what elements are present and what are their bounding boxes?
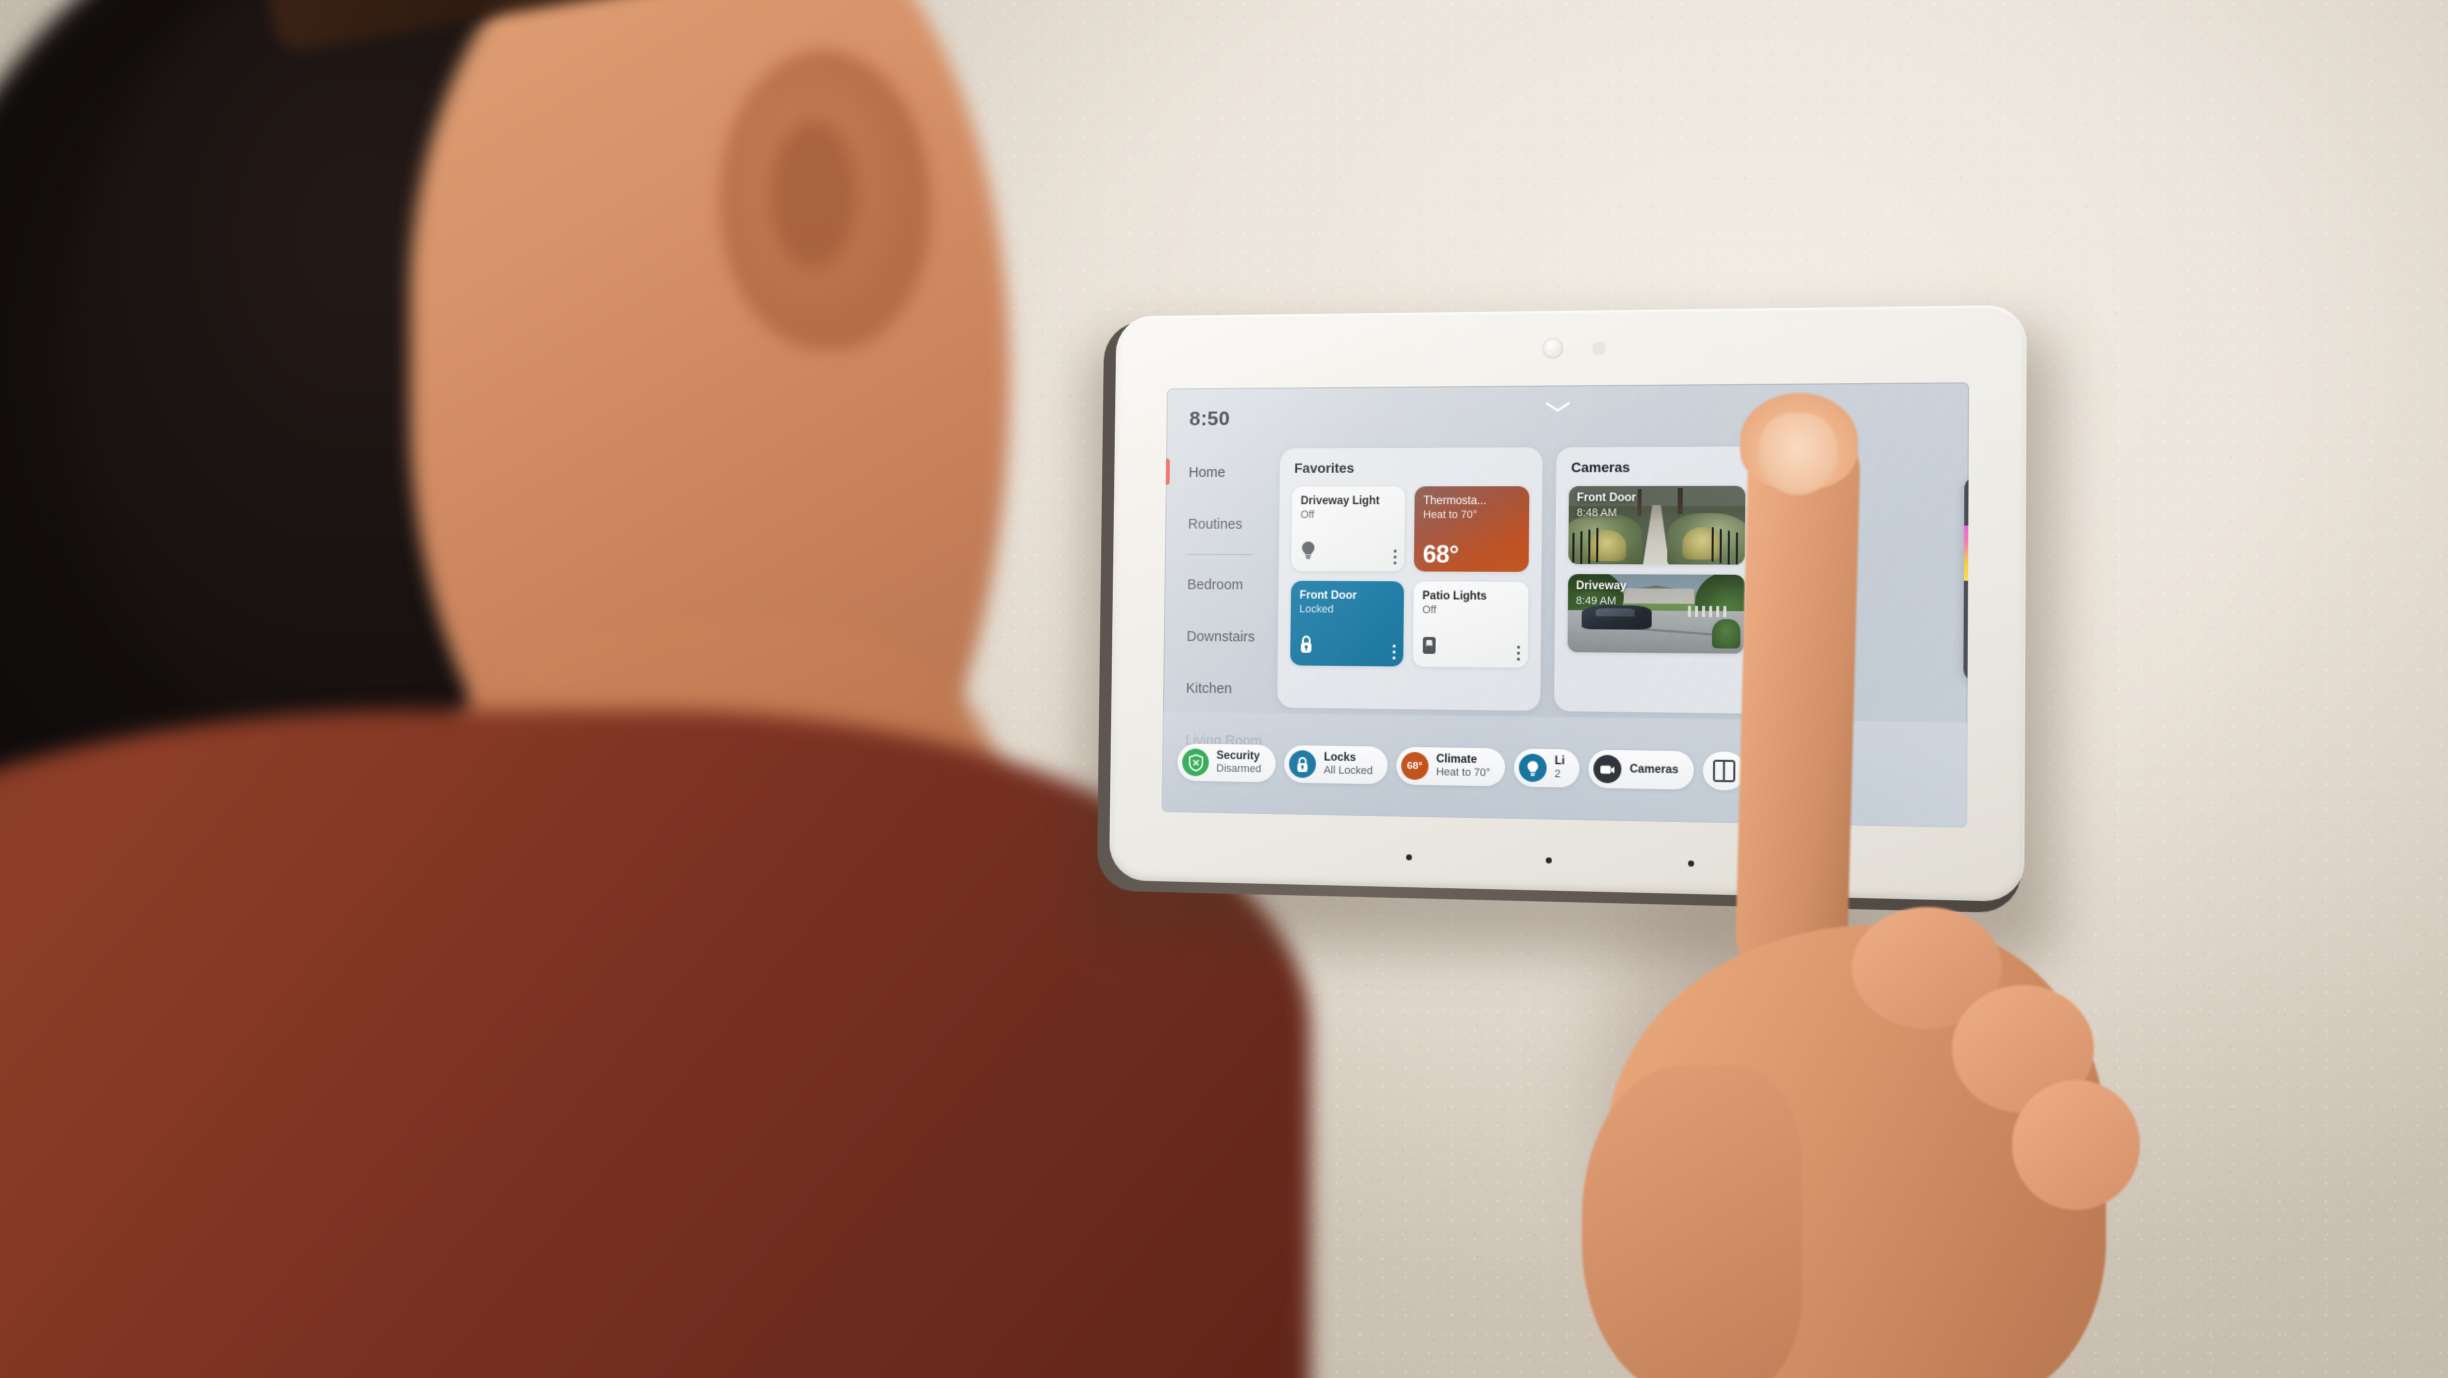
blinds-icon [1712,759,1736,783]
pill-subtitle: Disarmed [1216,762,1262,776]
sidebar-item-home[interactable]: Home [1165,446,1277,498]
tile-state: Off [1300,509,1315,521]
pill-subtitle: 2 [1554,768,1561,781]
microphone-hole-icon [1545,857,1552,864]
pill-title: Cameras [1629,762,1679,776]
album-art-gradient [1963,525,1970,581]
more-vertical-icon[interactable] [1393,549,1397,565]
more-vertical-icon[interactable] [1392,644,1396,660]
lock-closed-icon [1288,750,1317,779]
camera-feed-front-door[interactable]: Front Door 8:48 AM [1568,485,1746,565]
favorites-grid: Driveway Light Off Thermosta... Heat to … [1290,486,1530,668]
tile-name: Patio Lights [1422,590,1487,603]
pill-title: Li [1554,755,1565,768]
tile-name: Driveway Light [1300,495,1380,508]
dashboard-content: Favorites Driveway Light Off Thermosta..… [1277,446,1968,717]
light-switch-icon [1422,636,1437,660]
sidebar-item-kitchen[interactable]: Kitchen [1163,662,1274,715]
sidebar-divider [1187,553,1253,556]
pill-subtitle: All Locked [1323,764,1373,778]
tile-front-door-lock[interactable]: Front Door Locked [1290,580,1405,667]
device-bezel: 8:50 Home Routines Bedroom Downstairs Ki… [1109,305,2027,902]
pill-cameras[interactable]: Cameras [1588,749,1694,790]
sidebar-item-label: Home [1188,464,1226,481]
chevron-down-icon[interactable] [1544,401,1572,412]
ambient-light-sensor-icon [1591,341,1606,356]
tile-state: Off [1422,604,1437,617]
pill-security[interactable]: Security Disarmed [1177,743,1276,783]
thermostat-temperature: 68° [1422,540,1459,569]
more-vertical-icon[interactable] [1516,645,1521,661]
microphone-hole-icon [1406,854,1412,861]
favorites-panel: Favorites Driveway Light Off Thermosta..… [1277,447,1543,711]
pill-locks[interactable]: Locks All Locked [1284,745,1388,785]
index-finger [1734,413,1862,977]
tile-name: Thermosta... [1423,495,1487,508]
pointing-hand [1582,393,2222,1378]
pill-lights[interactable]: Li 2 [1513,748,1580,788]
tile-state: Locked [1299,603,1334,616]
temperature-icon: 68° [1400,751,1429,781]
sidebar-item-downstairs[interactable]: Downstairs [1164,610,1275,663]
sidebar-item-bedroom[interactable]: Bedroom [1164,559,1275,611]
lock-closed-icon [1299,635,1314,659]
camera-feed-driveway[interactable]: Driveway 8:49 AM [1567,574,1745,654]
sidebar-item-label: Bedroom [1187,576,1244,593]
favorites-title: Favorites [1294,459,1355,476]
photo-scene: 8:50 Home Routines Bedroom Downstairs Ki… [0,0,2448,1378]
sidebar-item-label: Kitchen [1185,680,1233,697]
thumb-web [1582,1065,1802,1378]
tile-state: Heat to 70° [1423,509,1478,522]
earlobe [770,120,858,270]
pill-title: Climate [1436,753,1478,767]
lightbulb-icon [1518,753,1547,783]
tile-thermostat[interactable]: Thermosta... Heat to 70° 68° [1413,486,1530,572]
sidebar-item-label: Downstairs [1186,628,1255,645]
lightbulb-icon [1300,541,1317,565]
camera-name: Front Door [1576,492,1637,505]
camera-icon [1593,754,1622,784]
tile-name: Front Door [1299,589,1357,602]
tile-patio-lights[interactable]: Patio Lights Off [1412,581,1529,668]
pill-subtitle: Heat to 70° [1436,766,1491,780]
camera-timestamp: 8:49 AM [1575,595,1617,608]
pill-title: Locks [1323,752,1357,765]
cameras-panel: Cameras Front Door 8:48 AM Driveway 8:49… [1554,446,1759,714]
camera-lens-icon [1542,337,1564,359]
cameras-title: Cameras [1571,459,1631,476]
pill-climate[interactable]: 68° Climate Heat to 70° [1395,746,1506,787]
camera-name: Driveway [1575,580,1627,593]
sidebar-item-label: Routines [1187,516,1243,533]
fingernail [1758,413,1838,495]
eyeglasses-temple [880,0,1380,62]
camera-timestamp: 8:48 AM [1576,507,1617,520]
sidebar-item-routines[interactable]: Routines [1165,498,1276,550]
tile-driveway-light[interactable]: Driveway Light Off [1291,486,1406,572]
climate-temperature-badge: 68° [1406,759,1423,773]
clock: 8:50 [1189,407,1231,431]
active-indicator [1165,458,1170,485]
media-card-peek[interactable] [1963,476,1970,682]
smart-display-device: 8:50 Home Routines Bedroom Downstairs Ki… [1080,305,2059,968]
shield-x-icon [1182,748,1209,777]
pill-title: Security [1216,750,1260,763]
